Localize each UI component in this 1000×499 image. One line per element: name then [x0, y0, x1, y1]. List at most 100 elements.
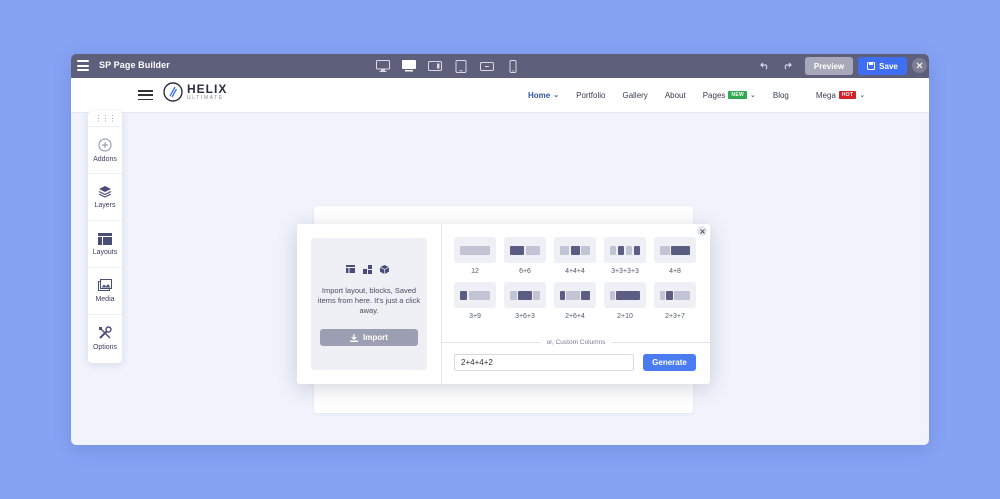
layout-list-icon — [346, 265, 355, 273]
layout-thumbnail — [604, 282, 646, 308]
custom-columns-input[interactable] — [454, 354, 634, 371]
layout-label: 2+6+4 — [565, 313, 585, 320]
sidebar-item-media[interactable]: Media — [88, 268, 122, 315]
import-icons — [346, 265, 389, 274]
layout-option-12[interactable]: 12 — [454, 237, 496, 278]
import-button[interactable]: Import — [320, 329, 418, 346]
layout-label: 2+10 — [617, 313, 633, 320]
addon-sidebar: ⋮⋮⋮ Addons Layers Layouts Media Options — [88, 111, 122, 363]
layout-label: 3+9 — [469, 313, 481, 320]
generate-button[interactable]: Generate — [643, 354, 696, 371]
site-menu-icon[interactable] — [138, 90, 153, 100]
nav-item-pages[interactable]: Pages NEW ⌄ — [703, 91, 756, 100]
layout-thumbnail — [604, 237, 646, 263]
site-header: HELIX ULTIMATE Home ⌄ Portfolio Gallery … — [71, 78, 929, 113]
layout-option-6-6[interactable]: 6+6 — [504, 237, 546, 278]
nav-item-home[interactable]: Home ⌄ — [528, 91, 559, 100]
layout-label: 6+6 — [519, 268, 531, 275]
modal-close-button[interactable] — [697, 226, 707, 236]
chevron-down-icon: ⌄ — [553, 92, 560, 99]
desktop-large-icon[interactable] — [375, 58, 391, 74]
builder-toolbar: SP Page Builder Preview Save — [71, 54, 929, 78]
layout-thumbnail — [454, 282, 496, 308]
new-badge: NEW — [728, 91, 747, 99]
layout-thumbnail — [504, 282, 546, 308]
menu-icon[interactable] — [77, 60, 89, 71]
mobile-icon[interactable] — [505, 58, 521, 74]
sidebar-item-label: Addons — [93, 155, 117, 163]
layout-label: 3+3+3+3 — [611, 268, 639, 275]
import-description: Import layout, blocks, Saved items from … — [317, 286, 421, 315]
layout-option-3-3-3-3[interactable]: 3+3+3+3 — [604, 237, 646, 278]
undo-icon[interactable] — [759, 60, 771, 72]
site-logo[interactable]: HELIX ULTIMATE — [163, 82, 227, 102]
nav-item-gallery[interactable]: Gallery — [622, 91, 647, 100]
device-switcher — [375, 58, 521, 74]
nav-item-portfolio[interactable]: Portfolio — [576, 91, 605, 100]
close-builder-button[interactable] — [912, 58, 927, 73]
helix-logo-icon — [163, 82, 183, 102]
layout-label: 2+3+7 — [665, 313, 685, 320]
sidebar-item-layouts[interactable]: Layouts — [88, 221, 122, 268]
sidebar-item-label: Media — [95, 296, 115, 303]
media-icon — [98, 279, 112, 291]
redo-icon[interactable] — [781, 60, 793, 72]
layout-thumbnail — [504, 237, 546, 263]
sidebar-item-label: Layers — [94, 202, 116, 209]
layout-icon — [98, 232, 112, 245]
blocks-icon — [363, 265, 372, 274]
layout-thumbnail — [454, 237, 496, 263]
layout-label: 4+4+4 — [565, 268, 585, 275]
nav-label: Mega — [815, 90, 836, 100]
tablet-landscape-icon[interactable] — [479, 58, 495, 74]
layout-thumbnail — [554, 282, 596, 308]
tools-icon — [99, 326, 112, 339]
sidebar-item-addons[interactable]: Addons — [88, 127, 122, 174]
layout-thumbnail — [654, 282, 696, 308]
layout-option-3-6-3[interactable]: 3+6+3 — [504, 282, 546, 323]
laptop-icon[interactable] — [427, 58, 443, 74]
chevron-down-icon: ⌄ — [859, 92, 866, 99]
layout-presets: 12 6+6 4+4+4 3+3+3+3 4+8 3+9 3+6+3 2+6+4… — [454, 237, 696, 323]
nav-label: Portfolio — [576, 90, 606, 100]
layout-option-2-6-4[interactable]: 2+6+4 — [554, 282, 596, 323]
chevron-down-icon: ⌄ — [749, 92, 756, 99]
sidebar-item-layers[interactable]: Layers — [88, 174, 122, 221]
layout-option-4-4-4[interactable]: 4+4+4 — [554, 237, 596, 278]
layout-option-2-3-7[interactable]: 2+3+7 — [654, 282, 696, 323]
sidebar-item-label: Layouts — [92, 248, 118, 256]
download-icon — [350, 333, 359, 342]
layout-option-4-8[interactable]: 4+8 — [654, 237, 696, 278]
layout-thumbnail — [654, 237, 696, 263]
import-panel: Import layout, blocks, Saved items from … — [311, 238, 427, 370]
main-nav: Home ⌄ Portfolio Gallery About Pages NEW… — [528, 78, 865, 112]
close-icon — [699, 228, 705, 234]
custom-columns-label: or, Custom Columns — [546, 339, 606, 346]
nav-label: Home — [528, 90, 551, 100]
custom-columns-divider: or, Custom Columns — [442, 339, 711, 346]
nav-label: Pages — [702, 90, 726, 100]
layout-option-2-10[interactable]: 2+10 — [604, 282, 646, 323]
nav-label: About — [664, 90, 686, 100]
save-icon — [867, 62, 876, 70]
tablet-icon[interactable] — [453, 58, 469, 74]
drag-handle-icon[interactable]: ⋮⋮⋮ — [88, 111, 122, 127]
saved-box-icon — [380, 265, 389, 274]
save-button[interactable]: Save — [858, 57, 907, 75]
desktop-icon[interactable] — [401, 58, 417, 74]
sidebar-item-label: Options — [92, 344, 118, 351]
sidebar-item-options[interactable]: Options — [88, 315, 122, 362]
layout-label: 12 — [471, 268, 479, 275]
nav-item-mega[interactable]: Mega HOT ⌄ — [816, 91, 865, 100]
layers-icon — [98, 186, 112, 198]
column-layout-modal: Import layout, blocks, Saved items from … — [297, 224, 711, 384]
layout-option-3-9[interactable]: 3+9 — [454, 282, 496, 323]
nav-item-blog[interactable]: Blog — [773, 91, 789, 100]
preview-button[interactable]: Preview — [805, 57, 853, 75]
nav-item-about[interactable]: About — [665, 91, 686, 100]
layout-label: 3+6+3 — [515, 313, 535, 320]
logo-sub-text: ULTIMATE — [187, 95, 224, 101]
layout-thumbnail — [554, 237, 596, 263]
history-controls — [759, 60, 793, 72]
nav-label: Blog — [772, 90, 789, 100]
